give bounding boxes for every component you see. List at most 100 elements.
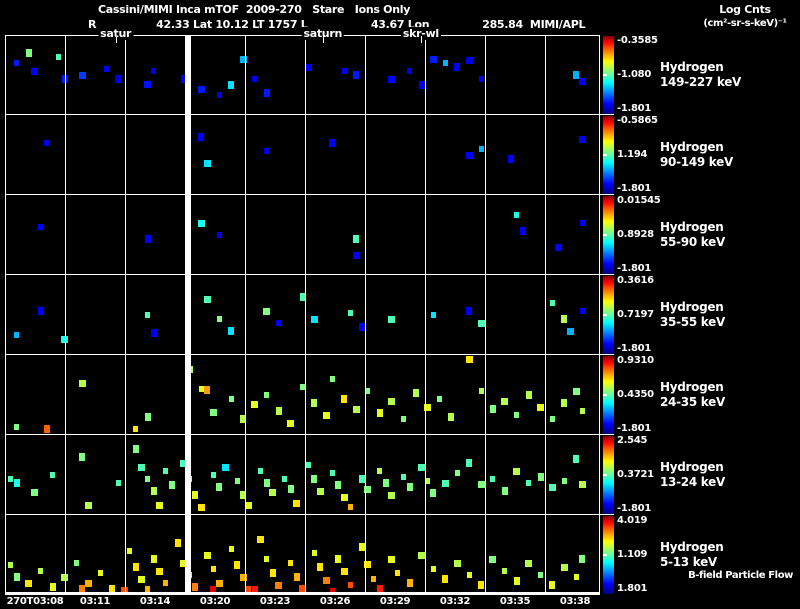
data-cell (257, 535, 265, 543)
data-cell (84, 501, 92, 509)
data-cell (288, 560, 294, 566)
column-gridline (545, 35, 546, 595)
data-cell (489, 555, 497, 563)
data-cell (115, 75, 122, 83)
data-cell (115, 480, 121, 486)
data-cell (454, 63, 461, 71)
data-cell (78, 379, 86, 387)
colorbar-units: (cm²-sr-s-keV)⁻¹ (703, 18, 787, 29)
data-cell (429, 55, 437, 63)
column-gridline (425, 35, 426, 595)
colorbar-mid-label: 1.194 (617, 149, 648, 160)
colorbar-min-label: -1.801 (617, 103, 651, 114)
species-label: Hydrogen (660, 60, 724, 74)
time-tick-label: 03:35 (499, 596, 531, 607)
data-cell (197, 85, 205, 93)
data-cell (264, 392, 270, 398)
data-cell (156, 501, 164, 509)
colorbar-max-label: -0.3585 (617, 35, 658, 46)
species-label: Hydrogen (660, 140, 724, 154)
cassini-mimi-inca-display: Cassini/MIMI Inca mTOF 2009-270 Stare Io… (0, 0, 800, 609)
data-cell (322, 411, 330, 419)
energy-range-label: 35-55 keV (660, 315, 725, 329)
data-cell (145, 585, 151, 592)
energy-band-label: Hydrogen 55-90 keV (660, 220, 725, 250)
data-cell (341, 68, 347, 74)
data-gap-stripe (185, 35, 191, 595)
colorbar-title: Log Cnts (719, 3, 771, 16)
energy-band-label: Hydrogen 90-149 keV (660, 140, 733, 170)
data-cell (144, 235, 151, 243)
data-cell (197, 503, 205, 511)
data-cell (79, 453, 86, 462)
data-cell (537, 403, 544, 411)
data-cell (335, 555, 342, 563)
data-cell (525, 391, 532, 399)
data-cell (145, 476, 151, 482)
data-cell (329, 470, 335, 477)
data-cell (347, 504, 353, 510)
time-tick-label: 03:14 (139, 596, 171, 607)
data-cell (310, 315, 318, 323)
data-cell (388, 491, 396, 499)
data-cell (514, 412, 520, 418)
data-cell (322, 577, 330, 585)
colorbar-max-label: 4.019 (617, 515, 648, 526)
colorbar-mid-tick (603, 74, 607, 76)
data-cell (554, 243, 562, 251)
energy-band-label: Hydrogen 13-24 keV (660, 460, 725, 490)
data-cell (49, 583, 56, 591)
data-cell (210, 472, 216, 478)
data-cell (263, 307, 271, 315)
data-cell (341, 395, 348, 403)
species-label: Hydrogen (660, 540, 724, 554)
data-cell (163, 468, 169, 474)
column-gridline (305, 35, 306, 595)
colorbar-min-label: -1.801 (617, 183, 651, 194)
data-cell (163, 580, 169, 586)
data-cell (50, 472, 56, 478)
data-cell (365, 388, 371, 394)
data-cell (578, 77, 586, 85)
colorbar-mid-tick (603, 474, 607, 476)
energy-range-label: 55-90 keV (660, 235, 725, 249)
data-cell (401, 473, 407, 480)
data-cell (477, 481, 485, 489)
data-cell (388, 555, 396, 563)
data-cell (287, 485, 294, 494)
spectrogram-plot: satur saturn skr-wl (5, 27, 614, 595)
data-cell (198, 133, 205, 142)
data-cell (43, 425, 50, 434)
data-cell (579, 220, 585, 226)
data-cell (311, 550, 317, 557)
data-cell (127, 548, 133, 554)
data-cell (14, 332, 20, 338)
data-cell (430, 312, 436, 318)
data-cell (340, 567, 348, 575)
data-cell (276, 320, 282, 326)
time-tick-label: 03:23 (259, 596, 291, 607)
data-cell (8, 561, 14, 568)
data-cell (377, 468, 383, 474)
data-cell (566, 327, 574, 335)
data-cell (441, 479, 449, 487)
data-cell (192, 491, 199, 499)
data-cell (103, 65, 109, 72)
data-cell (466, 307, 473, 315)
data-cell (329, 139, 336, 147)
colorbar-max-label: 0.3616 (617, 275, 654, 286)
data-cell (221, 463, 229, 471)
data-cell (454, 470, 460, 477)
data-cell (246, 585, 252, 592)
data-cell (144, 81, 152, 89)
data-cell (282, 476, 288, 482)
data-cell (264, 148, 270, 154)
data-cell (538, 572, 543, 578)
data-cell (264, 556, 270, 562)
data-cell (168, 480, 175, 489)
data-cell (132, 445, 139, 454)
event-tick (323, 36, 324, 43)
data-cell (340, 493, 348, 501)
data-cell (192, 583, 199, 591)
data-cell (406, 483, 413, 491)
